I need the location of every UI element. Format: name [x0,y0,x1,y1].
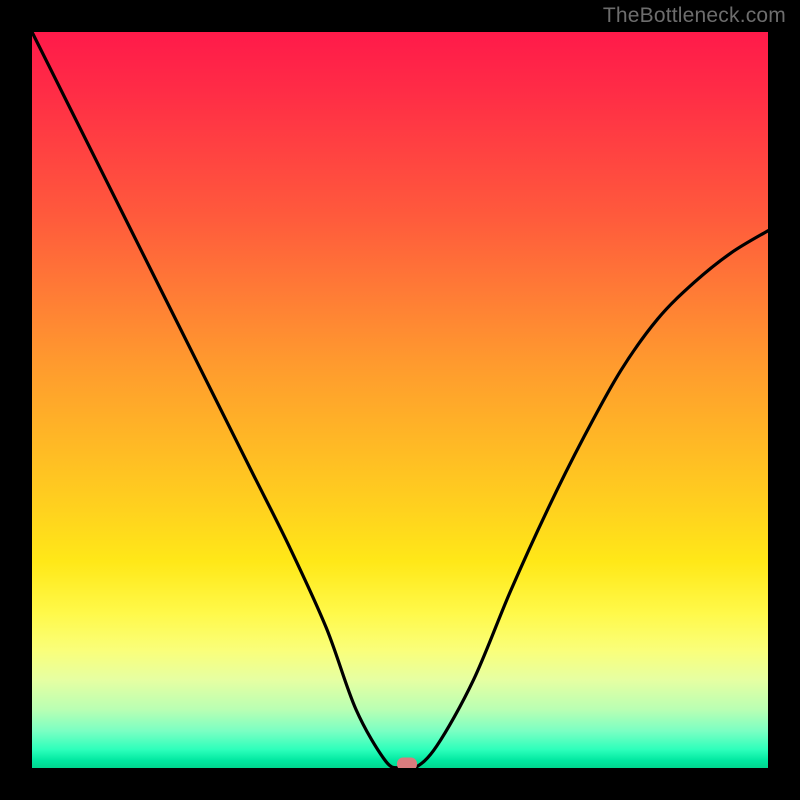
chart-container: TheBottleneck.com [0,0,800,800]
plot-area [32,32,768,768]
optimal-marker [397,758,417,769]
bottleneck-curve-path [32,32,768,768]
watermark-text: TheBottleneck.com [603,4,786,28]
curve-layer [32,32,768,768]
